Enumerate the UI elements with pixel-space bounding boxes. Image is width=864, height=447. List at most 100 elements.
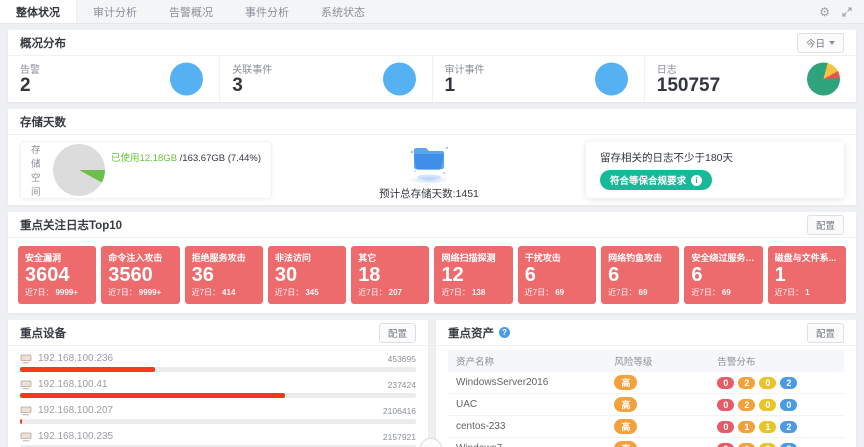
alert-badge-low: 2	[780, 443, 797, 447]
assets-config-button[interactable]: 配置	[807, 323, 844, 343]
assets-table-wrap: 资产名称 风险等级 告警分布 WindowsServer2016 高 0202	[436, 346, 856, 447]
log-card-7[interactable]: 网络钓鱼攻击 6 近7日：69	[601, 246, 679, 304]
top-logs-header: 重点关注日志Top10 配置	[8, 212, 856, 238]
assets-table-header: 资产名称 风险等级 告警分布	[448, 350, 844, 372]
recent-value: 69	[722, 288, 731, 297]
gear-icon[interactable]: ⚙	[819, 6, 830, 18]
alert-badge-medium: 1	[759, 421, 776, 433]
storage-total-text: /163.67GB (7.44%)	[180, 153, 261, 164]
log-card-2[interactable]: 拒绝服务攻击 36 近7日：414	[185, 246, 263, 304]
device-row-2[interactable]: 192.168.100.207 2106416	[20, 401, 416, 427]
log-card-name: 命令注入攻击	[108, 251, 172, 264]
log-card-value: 18	[358, 264, 422, 287]
log-card-value: 6	[691, 264, 755, 287]
log-card-8[interactable]: 安全绕过服务攻击 6 近7日：69	[684, 246, 762, 304]
alert-badge-critical: 0	[717, 443, 734, 447]
overview-header: 概况分布 今日	[8, 30, 856, 56]
device-ip: 192.168.100.207	[38, 405, 113, 416]
audit-circle-chart	[595, 63, 628, 96]
top-logs-grid: 安全漏洞 3604 近7日：9999+ 命令注入攻击 3560 近7日：9999…	[8, 238, 856, 313]
info-icon: i	[691, 175, 702, 186]
recent-value: 1	[805, 288, 809, 297]
tab-overall-status[interactable]: 整体状况	[0, 0, 77, 23]
log-card-5[interactable]: 网络扫描探测 12 近7日：138	[434, 246, 512, 304]
device-count: 2106416	[383, 406, 416, 416]
risk-badge: 高	[614, 375, 637, 390]
alert-badge-critical: 0	[717, 421, 734, 433]
log-card-6[interactable]: 干扰攻击 6 近7日：69	[518, 246, 596, 304]
top-logs-config-button[interactable]: 配置	[807, 215, 844, 235]
devices-config-button[interactable]: 配置	[379, 323, 416, 343]
recent-label: 近7日：	[691, 288, 719, 297]
device-row-3[interactable]: 192.168.100.235 2157921	[20, 427, 416, 447]
tab-system-status[interactable]: 系统状态	[305, 0, 381, 23]
device-count: 2157921	[383, 432, 416, 442]
alert-badge-high: 2	[738, 399, 755, 411]
log-card-value: 3604	[25, 264, 89, 287]
overview-title: 概况分布	[20, 35, 66, 51]
device-row-1[interactable]: 192.168.100.41 237424	[20, 375, 416, 401]
log-card-3[interactable]: 非法访问 30 近7日：345	[268, 246, 346, 304]
device-row-0[interactable]: 192.168.100.236 453695	[20, 349, 416, 375]
recent-label: 近7日：	[608, 288, 636, 297]
asset-name: centos-233	[448, 416, 606, 438]
tab-audit-analysis[interactable]: 审计分析	[77, 0, 153, 23]
log-card-name: 拒绝服务攻击	[192, 251, 256, 264]
column-alert-distribution: 告警分布	[709, 350, 844, 372]
log-card-name: 磁盘与文件系...	[775, 251, 839, 264]
log-card-0[interactable]: 安全漏洞 3604 近7日：9999+	[18, 246, 96, 304]
device-ip: 192.168.100.235	[38, 431, 113, 442]
storage-header: 存储天数	[8, 109, 856, 135]
log-card-4[interactable]: 其它 18 近7日：207	[351, 246, 429, 304]
recent-label: 近7日：	[25, 288, 53, 297]
top-logs-section: 重点关注日志Top10 配置 安全漏洞 3604 近7日：9999+ 命令注入攻…	[8, 212, 856, 313]
assets-title: 重点资产	[448, 325, 494, 341]
device-bar-track	[20, 393, 416, 398]
log-card-9[interactable]: 磁盘与文件系... 1 近7日：1	[768, 246, 846, 304]
asset-row-2[interactable]: centos-233 高 0112	[448, 416, 844, 438]
log-card-value: 6	[608, 264, 672, 287]
retention-text: 留存相关的日志不少于180天	[600, 150, 830, 165]
tab-alert-overview[interactable]: 告警概况	[153, 0, 229, 23]
alert-badge-critical: 0	[717, 377, 734, 389]
asset-row-3[interactable]: Windows7 高 0102	[448, 438, 844, 447]
time-range-value: 今日	[806, 36, 825, 50]
device-bar-fill	[20, 367, 155, 372]
overview-stats-row: 告警 2 关联事件 3 审计事件 1 日志 150757	[8, 56, 856, 102]
storage-body: 存储空间 已使用12.18GB /163.67GB (7.44%)	[8, 135, 856, 205]
recent-value: 9999+	[55, 288, 77, 297]
expand-icon[interactable]	[842, 7, 852, 17]
log-card-name: 其它	[358, 251, 422, 264]
tab-event-analysis[interactable]: 事件分析	[229, 0, 305, 23]
stat-logs: 日志 150757	[645, 56, 856, 102]
tab-bar: 整体状况 审计分析 告警概况 事件分析 系统状态 ⚙	[0, 0, 864, 24]
risk-badge: 高	[614, 441, 637, 447]
computer-icon	[20, 432, 32, 442]
log-card-1[interactable]: 命令注入攻击 3560 近7日：9999+	[101, 246, 179, 304]
recent-value: 9999+	[139, 288, 161, 297]
recent-label: 近7日：	[775, 288, 803, 297]
assets-header: 重点资产 ? 配置	[436, 320, 856, 346]
help-icon[interactable]: ?	[499, 327, 510, 338]
recent-label: 近7日：	[358, 288, 386, 297]
storage-title: 存储天数	[20, 114, 66, 130]
compliance-button[interactable]: 符合等保合规要求 i	[600, 170, 712, 190]
time-range-select[interactable]: 今日	[797, 33, 844, 53]
asset-row-1[interactable]: UAC 高 0200	[448, 394, 844, 416]
recent-value: 69	[639, 288, 648, 297]
storage-days-text: 预计总存储天数:1451	[379, 186, 479, 201]
log-card-value: 6	[525, 264, 589, 287]
log-card-value: 36	[192, 264, 256, 287]
storage-pie-chart	[53, 144, 105, 196]
computer-icon	[20, 380, 32, 390]
alert-badge-low: 0	[780, 399, 797, 411]
events-circle-chart	[383, 63, 416, 96]
device-bar-fill	[20, 419, 22, 424]
log-card-name: 非法访问	[275, 251, 339, 264]
alert-badge-high: 2	[738, 377, 755, 389]
asset-name: UAC	[448, 394, 606, 416]
recent-label: 近7日：	[108, 288, 136, 297]
folder-shadow	[407, 176, 451, 184]
risk-badge: 高	[614, 419, 637, 434]
asset-row-0[interactable]: WindowsServer2016 高 0202	[448, 372, 844, 394]
